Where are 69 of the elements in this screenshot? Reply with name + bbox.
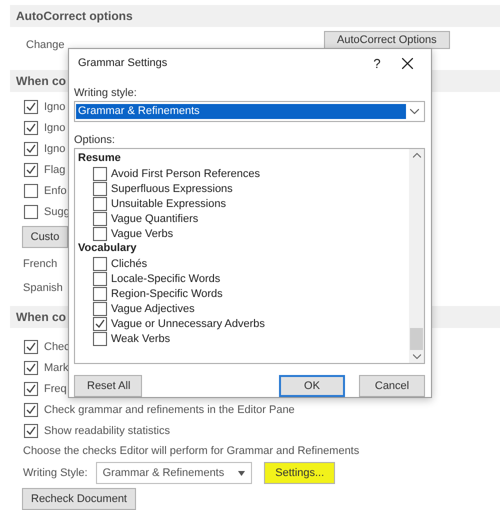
checkbox[interactable] (93, 196, 107, 210)
checkbox[interactable] (24, 184, 38, 198)
checkbox[interactable] (24, 142, 38, 156)
section-heading: AutoCorrect options (10, 5, 500, 27)
scrollbar-thumb[interactable] (410, 328, 423, 350)
checkbox[interactable] (93, 316, 107, 330)
settings-button[interactable]: Settings... (264, 462, 336, 484)
option-label: Chec (44, 340, 70, 352)
option-label: Mark (44, 362, 68, 374)
checkbox[interactable] (24, 360, 38, 374)
description-text: Change (26, 39, 66, 51)
dialog-button[interactable]: OK (279, 375, 345, 397)
option-label: Unsuitable Expressions (111, 198, 226, 210)
close-icon[interactable] (402, 58, 413, 68)
option-label: Vague Verbs (111, 228, 174, 240)
option-label: Freq (44, 382, 67, 394)
group-heading: Vocabulary (78, 241, 138, 256)
checkbox[interactable] (93, 166, 107, 180)
group-heading: Resume (78, 151, 122, 166)
dialog-button[interactable]: Reset All (74, 375, 142, 397)
writing-style-label: Writing Style: (23, 467, 88, 479)
checkbox[interactable] (24, 204, 38, 218)
description-text: Choose the checks Editor will perform for Grammar and Refinements (23, 445, 360, 457)
option-label: Show readability statistics (44, 424, 170, 436)
language-label: French (23, 258, 58, 270)
option-label: Igno (44, 122, 66, 134)
option-label: Clichés (111, 258, 148, 270)
option-label: Region-Specific Words (111, 288, 223, 300)
checkbox[interactable] (24, 100, 38, 114)
checkbox[interactable] (24, 424, 38, 438)
checkbox[interactable] (93, 302, 107, 316)
checkbox[interactable] (93, 272, 107, 286)
option-label: Enfo (44, 184, 67, 196)
writing-style-dropdown[interactable]: Grammar & Refinements (74, 101, 425, 122)
help-button[interactable]: ? (362, 56, 392, 70)
chevron-up-icon (412, 153, 420, 158)
writing-style-dropdown[interactable]: Grammar & Refinements (96, 462, 252, 484)
option-label: Vague Quantifiers (111, 212, 198, 224)
checkbox[interactable] (93, 286, 107, 300)
checkbox[interactable] (24, 340, 38, 354)
checkbox[interactable] (24, 120, 38, 134)
checkbox[interactable] (24, 382, 38, 396)
autocorrect-options-button[interactable]: AutoCorrect Options (324, 31, 450, 49)
option-label: Check grammar and refinements in the Editor Pane (44, 404, 295, 416)
option-label: Igno (44, 142, 66, 154)
option-label: Igno (44, 100, 66, 112)
chevron-down-icon (410, 109, 419, 114)
custom-button[interactable]: Custo (22, 226, 68, 248)
option-label: Flag (44, 164, 66, 176)
option-label: Superfluous Expressions (111, 182, 233, 194)
option-label: Locale-Specific Words (111, 272, 220, 284)
checkbox[interactable] (93, 256, 107, 270)
checkbox[interactable] (93, 182, 107, 196)
options-label: Options: (74, 134, 116, 146)
dropdown-arrow-icon (238, 470, 246, 476)
dialog-button[interactable]: Cancel (359, 375, 425, 397)
chevron-down-icon (412, 354, 420, 359)
recheck-document-button[interactable]: Recheck Document (22, 488, 136, 510)
checkbox[interactable] (24, 402, 38, 416)
dialog-title: Grammar Settings (78, 57, 168, 69)
language-label: Spanish (23, 282, 63, 294)
checkbox[interactable] (24, 162, 38, 176)
scrollbar[interactable] (409, 149, 424, 363)
option-label: Avoid First Person References (111, 168, 260, 180)
checkbox[interactable] (93, 212, 107, 226)
option-label: Weak Verbs (111, 332, 170, 344)
checkbox[interactable] (93, 226, 107, 240)
checkbox[interactable] (93, 332, 107, 346)
option-label: Vague or Unnecessary Adverbs (111, 318, 265, 330)
